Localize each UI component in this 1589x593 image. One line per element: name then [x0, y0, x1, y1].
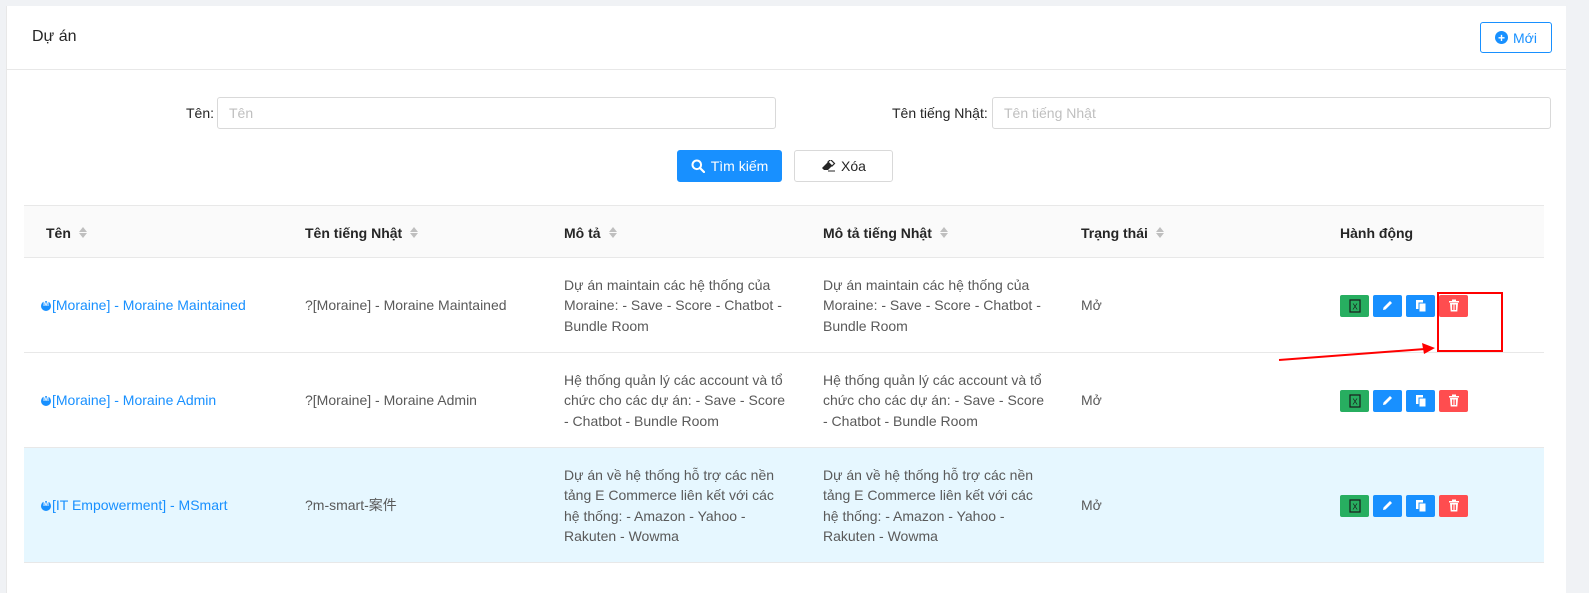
copy-button[interactable]	[1406, 494, 1435, 517]
column-header-label: Hành động	[1340, 224, 1414, 241]
column-header-label: Trạng thái	[1081, 224, 1148, 241]
clear-button-label: Xóa	[841, 158, 866, 174]
column-header-name[interactable]: Tên	[46, 206, 87, 259]
project-desc-jp: Dự án maintain các hệ thống của Moraine:…	[823, 276, 1041, 334]
projects-table: Tên Tên tiếng Nhật Mô tả Mô tả tiếng Nhậ…	[24, 205, 1544, 563]
edit-button[interactable]	[1373, 294, 1402, 317]
svg-text:X: X	[1352, 502, 1358, 511]
project-name-link[interactable]: M [IT Empowerment] - MSmart	[41, 448, 228, 563]
edit-button[interactable]	[1373, 494, 1402, 517]
edit-icon	[1383, 501, 1392, 510]
page-title: Dự án	[32, 28, 77, 45]
row-actions: X	[1340, 353, 1468, 448]
jp-name-filter-label: Tên tiếng Nhật:	[892, 105, 988, 121]
column-header-label: Mô tả	[564, 224, 601, 241]
project-desc-cell: Hệ thống quản lý các account và tổ chức …	[564, 353, 789, 448]
sort-icon[interactable]	[1155, 227, 1164, 238]
plus-circle-icon: +	[1495, 31, 1509, 44]
project-desc-jp: Dự án về hệ thống hỗ trợ các nền tảng E …	[823, 466, 1034, 545]
search-button-label: Tìm kiếm	[710, 158, 769, 174]
copy-icon	[1415, 499, 1426, 512]
project-name-link[interactable]: M [Moraine] - Moraine Admin	[41, 353, 216, 448]
edit-button[interactable]	[1373, 389, 1402, 412]
copy-button[interactable]	[1406, 389, 1435, 412]
project-status: Mở	[1081, 392, 1102, 409]
copy-icon	[1415, 299, 1426, 312]
column-header-actions: Hành động	[1340, 206, 1413, 259]
copy-button[interactable]	[1406, 294, 1435, 317]
project-name: [IT Empowerment] - MSmart	[52, 497, 228, 514]
delete-button[interactable]	[1439, 494, 1468, 517]
project-status: Mở	[1081, 497, 1102, 514]
project-name: [Moraine] - Moraine Admin	[52, 392, 217, 409]
project-name-jp: ?[Moraine] - Moraine Maintained	[305, 297, 507, 314]
project-marker-icon: M	[41, 300, 51, 311]
edit-icon	[1383, 396, 1392, 405]
table-row: M [Moraine] - Moraine Maintained ?[Morain…	[24, 258, 1544, 353]
svg-text:X: X	[1352, 397, 1358, 406]
column-header-label: Tên tiếng Nhật	[305, 224, 403, 241]
export-excel-button[interactable]: X	[1340, 294, 1369, 317]
sort-icon[interactable]	[939, 227, 948, 238]
project-desc-jp-cell: Dự án về hệ thống hỗ trợ các nền tảng E …	[823, 448, 1048, 563]
project-name-link[interactable]: M [Moraine] - Moraine Maintained	[41, 258, 246, 353]
excel-export-icon: X	[1348, 298, 1361, 313]
project-desc-jp: Hệ thống quản lý các account và tổ chức …	[823, 371, 1045, 429]
column-header-label: Tên	[46, 224, 71, 241]
edit-icon	[1383, 301, 1392, 310]
project-desc-jp-cell: Dự án maintain các hệ thống của Moraine:…	[823, 258, 1048, 353]
export-excel-button[interactable]: X	[1340, 389, 1369, 412]
project-name: [Moraine] - Moraine Maintained	[52, 297, 246, 314]
project-name-jp: ?[Moraine] - Moraine Admin	[305, 392, 477, 409]
jp-name-filter-input[interactable]	[992, 97, 1551, 129]
new-button-label: Mới	[1513, 29, 1537, 46]
name-filter-input[interactable]	[217, 97, 776, 129]
table-row: M [IT Empowerment] - MSmart ?m-smart-案件 D…	[24, 448, 1544, 563]
table-header: Tên Tên tiếng Nhật Mô tả Mô tả tiếng Nhậ…	[24, 205, 1544, 258]
project-desc-cell: Dự án maintain các hệ thống của Moraine:…	[564, 258, 789, 353]
copy-icon	[1415, 394, 1426, 407]
new-project-button[interactable]: + Mới	[1480, 22, 1552, 53]
column-header-status[interactable]: Trạng thái	[1081, 206, 1164, 259]
column-header-desc-jp[interactable]: Mô tả tiếng Nhật	[823, 206, 948, 259]
project-marker-icon: M	[41, 500, 51, 511]
project-desc: Dự án về hệ thống hỗ trợ các nền tảng E …	[564, 466, 775, 545]
name-filter-label: Tên:	[186, 105, 215, 121]
clear-button[interactable]: Xóa	[794, 150, 893, 182]
sort-icon[interactable]	[410, 227, 419, 238]
project-status: Mở	[1081, 297, 1102, 314]
project-desc: Dự án maintain các hệ thống của Moraine:…	[564, 276, 782, 334]
eraser-icon	[822, 160, 836, 172]
row-actions: X	[1340, 448, 1468, 563]
project-desc-cell: Dự án về hệ thống hỗ trợ các nền tảng E …	[564, 448, 789, 563]
svg-text:X: X	[1352, 302, 1358, 311]
table-row: M [Moraine] - Moraine Admin ?[Moraine] - …	[24, 353, 1544, 448]
project-marker-icon: M	[41, 395, 51, 406]
project-name-jp: ?m-smart-案件	[305, 497, 397, 514]
column-header-name-jp[interactable]: Tên tiếng Nhật	[305, 206, 419, 259]
sort-icon[interactable]	[608, 227, 617, 238]
excel-export-icon: X	[1348, 498, 1361, 513]
annotation-highlight-box	[1437, 292, 1503, 352]
annotation-arrow-icon	[1278, 343, 1435, 361]
export-excel-button[interactable]: X	[1340, 494, 1369, 517]
card-header: Dự án + Mới	[7, 6, 1566, 70]
excel-export-icon: X	[1348, 393, 1361, 408]
column-header-label: Mô tả tiếng Nhật	[823, 224, 932, 241]
delete-button[interactable]	[1439, 389, 1468, 412]
sort-icon[interactable]	[78, 227, 87, 238]
search-button[interactable]: Tìm kiếm	[677, 150, 782, 182]
delete-icon	[1448, 499, 1459, 512]
project-desc-jp-cell: Hệ thống quản lý các account và tổ chức …	[823, 353, 1048, 448]
project-desc: Hệ thống quản lý các account và tổ chức …	[564, 371, 786, 429]
search-icon	[691, 159, 705, 173]
delete-icon	[1448, 394, 1459, 407]
column-header-desc[interactable]: Mô tả	[564, 206, 617, 259]
